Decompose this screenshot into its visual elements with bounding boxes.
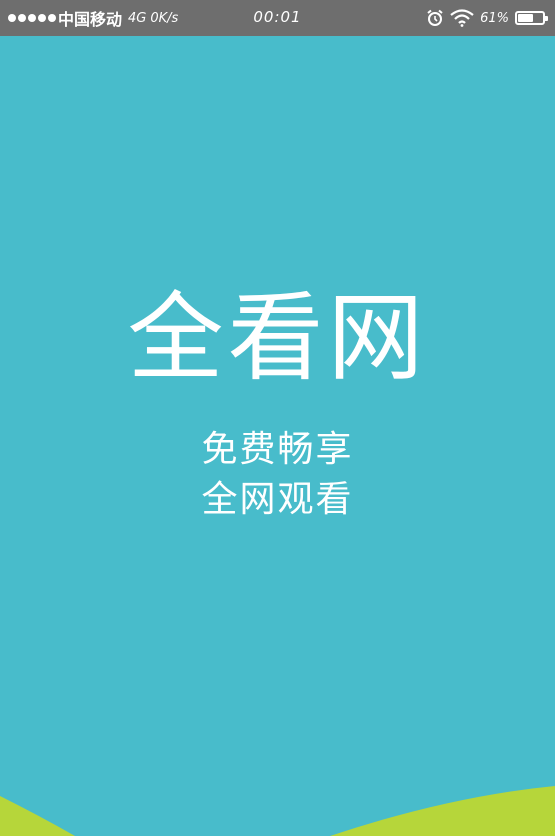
status-bar: 中国移动 4G 0K/s 00:01 61% bbox=[0, 0, 555, 36]
splash-screen: 中国移动 4G 0K/s 00:01 61% 全看网 免费畅享 全网观看 bbox=[0, 0, 555, 836]
battery-percent: 61% bbox=[480, 10, 509, 26]
alarm-icon bbox=[427, 9, 443, 26]
battery-icon bbox=[515, 11, 548, 25]
status-right: 61% bbox=[426, 7, 548, 29]
app-logo-text: 全看网 bbox=[127, 282, 428, 394]
tagline-line-1: 免费畅享 bbox=[201, 429, 354, 470]
tagline-line-2: 全网观看 bbox=[201, 479, 354, 520]
wifi-icon bbox=[450, 9, 474, 27]
green-wave-decoration bbox=[0, 786, 555, 836]
battery-fill bbox=[518, 14, 533, 22]
